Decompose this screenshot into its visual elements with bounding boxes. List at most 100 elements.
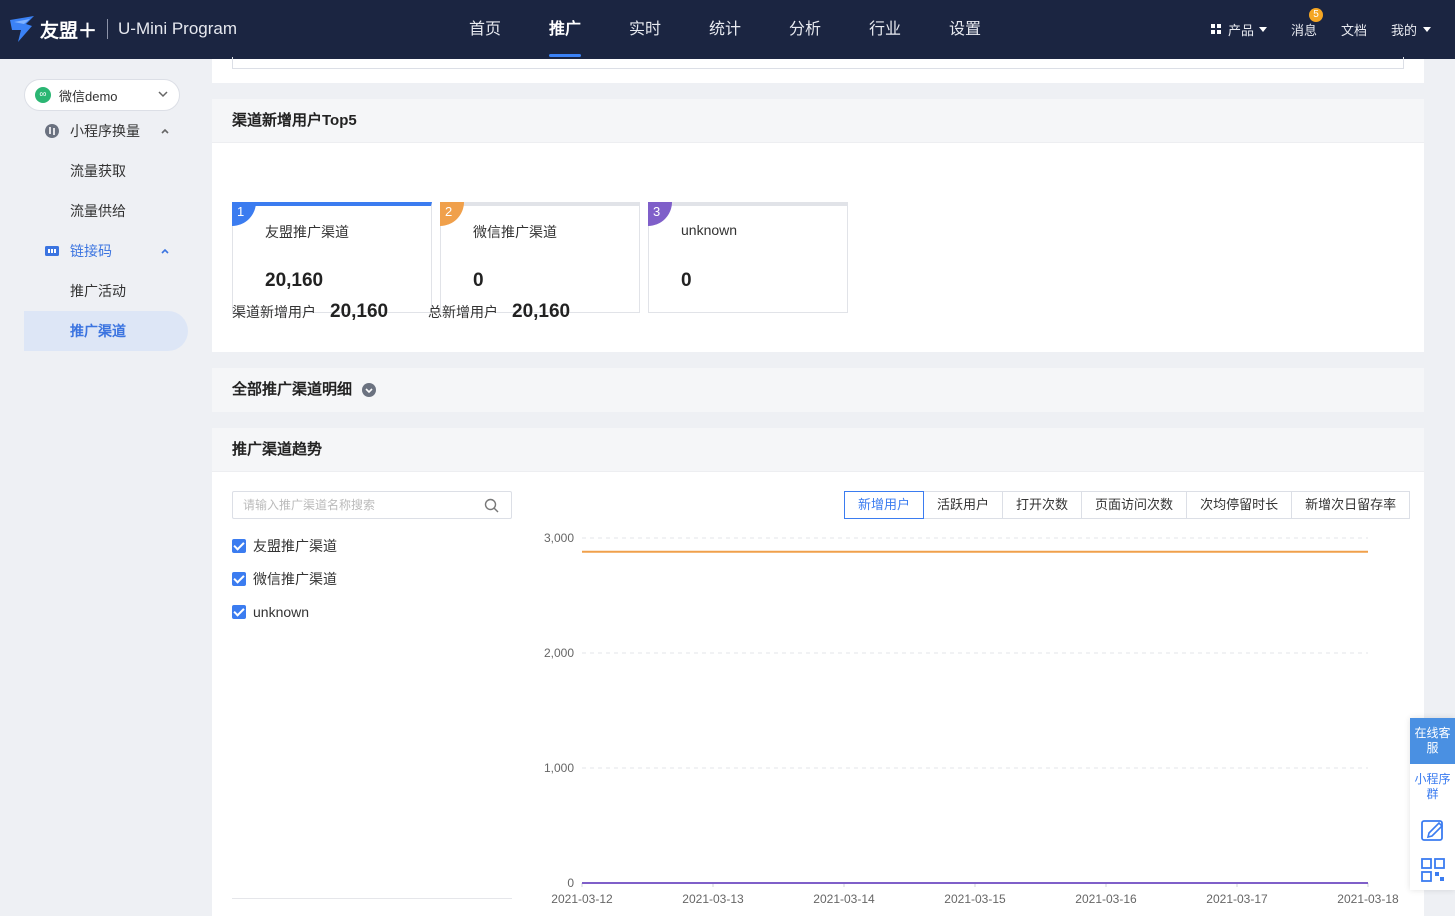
sidebar-group-traffic-exchange[interactable]: 小程序换量 bbox=[0, 113, 212, 149]
summary-value: 20,160 bbox=[330, 301, 389, 322]
group-label: 小程序群 bbox=[1414, 772, 1451, 801]
scrolled-panel-box bbox=[232, 57, 1404, 69]
tab-avg-duration[interactable]: 次均停留时长 bbox=[1186, 491, 1293, 519]
chevron-up-icon bbox=[161, 248, 169, 254]
messages-link[interactable]: 消息 5 bbox=[1290, 8, 1323, 39]
x-tick-label: 2021-03-16 bbox=[1075, 892, 1137, 906]
y-tick-label: 0 bbox=[567, 876, 574, 890]
edit-icon bbox=[1420, 820, 1443, 841]
rank-channel-value: 0 bbox=[681, 270, 692, 291]
trend-line-chart[interactable]: 0 1,000 2,000 3,000 2021-03-12 2021-03-13 2021… bbox=[532, 524, 1412, 916]
detail-panel[interactable]: 全部推广渠道明细 bbox=[212, 368, 1424, 412]
brand-divider bbox=[107, 19, 109, 39]
nav-promotion[interactable]: 推广 bbox=[525, 0, 605, 59]
sidebar-group-link-code[interactable]: 链接码 bbox=[0, 233, 212, 269]
rank-badge: 1 bbox=[232, 202, 256, 226]
rank-channel-value: 0 bbox=[473, 270, 484, 291]
rank-card[interactable]: 1 友盟推广渠道 20,160 bbox=[232, 202, 432, 313]
tab-new-users[interactable]: 新增用户 bbox=[844, 491, 925, 519]
x-tick-label: 2021-03-13 bbox=[682, 892, 744, 906]
channel-new-users-summary: 渠道新增用户 20,160 bbox=[232, 301, 388, 323]
sidebar-item-traffic-acquire[interactable]: 流量获取 bbox=[24, 151, 188, 191]
x-tick-label: 2021-03-18 bbox=[1337, 892, 1399, 906]
caret-down-icon bbox=[1423, 27, 1431, 32]
total-new-users-summary: 总新增用户 20,160 bbox=[428, 301, 570, 323]
message-count-badge: 5 bbox=[1308, 8, 1323, 22]
rank-badge: 3 bbox=[648, 202, 672, 226]
scrolled-panel-edge bbox=[212, 57, 1424, 83]
link-code-icon bbox=[45, 246, 59, 256]
products-menu[interactable]: 产品 bbox=[1210, 20, 1267, 39]
tab-active-users[interactable]: 活跃用户 bbox=[923, 491, 1004, 519]
nav-industry[interactable]: 行业 bbox=[845, 0, 925, 59]
account-label: 我的 bbox=[1390, 23, 1417, 38]
y-tick-label: 1,000 bbox=[544, 761, 574, 775]
expand-chevron-icon[interactable] bbox=[362, 383, 377, 397]
channel-checkbox-row[interactable]: 微信推广渠道 bbox=[232, 569, 337, 589]
nav-realtime[interactable]: 实时 bbox=[605, 0, 685, 59]
messages-label: 消息 bbox=[1290, 23, 1317, 38]
app-name: 微信demo bbox=[59, 88, 118, 104]
brand-product: U-Mini Program bbox=[118, 19, 238, 38]
top-nav-bar: 友盟＋ U-Mini Program 首页 推广 实时 统计 分析 行业 设置 … bbox=[0, 0, 1455, 59]
y-tick-label: 2,000 bbox=[544, 646, 574, 660]
tab-next-day-retention[interactable]: 新增次日留存率 bbox=[1291, 491, 1411, 519]
chevron-up-icon bbox=[161, 128, 169, 134]
qrcode-icon bbox=[1420, 858, 1445, 882]
main-nav: 首页 推广 实时 统计 分析 行业 设置 bbox=[445, 0, 1005, 59]
rank-card[interactable]: 3 unknown 0 bbox=[648, 202, 848, 313]
x-tick-label: 2021-03-15 bbox=[944, 892, 1006, 906]
channel-label: unknown bbox=[253, 604, 310, 620]
umeng-logo-icon bbox=[10, 16, 34, 42]
y-tick-label: 3,000 bbox=[544, 531, 574, 545]
rank-channel-name: 微信推广渠道 bbox=[473, 224, 557, 240]
mini-program-group-button[interactable]: 小程序群 bbox=[1410, 764, 1455, 810]
tab-open-count[interactable]: 打开次数 bbox=[1002, 491, 1083, 519]
grid-icon bbox=[1210, 24, 1221, 34]
top5-title: 渠道新增用户Top5 bbox=[212, 99, 1424, 143]
detail-title: 全部推广渠道明细 bbox=[232, 381, 353, 398]
tab-page-visits[interactable]: 页面访问次数 bbox=[1081, 491, 1188, 519]
online-service-button[interactable]: 在线客服 bbox=[1410, 718, 1455, 764]
brand[interactable]: 友盟＋ U-Mini Program bbox=[8, 12, 237, 46]
nav-home[interactable]: 首页 bbox=[445, 0, 525, 59]
products-label: 产品 bbox=[1227, 23, 1254, 38]
trend-panel: 推广渠道趋势 请输入推广渠道名称搜索 友盟推广渠道 微信推广渠道 unknown… bbox=[212, 428, 1424, 916]
nav-settings[interactable]: 设置 bbox=[925, 0, 1005, 59]
rank-channel-value: 20,160 bbox=[265, 270, 324, 291]
channel-checkbox-row[interactable]: unknown bbox=[232, 602, 309, 622]
docs-link[interactable]: 文档 bbox=[1341, 20, 1367, 39]
app-selector[interactable]: ∞ 微信demo bbox=[24, 79, 180, 111]
checkbox-checked[interactable] bbox=[232, 605, 246, 619]
mini-program-icon: ∞ bbox=[35, 87, 51, 103]
summary-label: 渠道新增用户 bbox=[232, 304, 316, 320]
nav-statistics[interactable]: 统计 bbox=[685, 0, 765, 59]
nav-analysis[interactable]: 分析 bbox=[765, 0, 845, 59]
rank-channel-name: 友盟推广渠道 bbox=[265, 224, 349, 240]
x-tick-label: 2021-03-14 bbox=[813, 892, 875, 906]
account-menu[interactable]: 我的 bbox=[1391, 20, 1431, 39]
channel-checkbox-row[interactable]: 友盟推广渠道 bbox=[232, 536, 337, 556]
sidebar-item-promo-activity[interactable]: 推广活动 bbox=[24, 271, 188, 311]
summary-value: 20,160 bbox=[512, 301, 571, 322]
chevron-down-icon bbox=[158, 91, 168, 98]
qrcode-button[interactable] bbox=[1410, 850, 1455, 890]
sidebar-item-traffic-supply[interactable]: 流量供给 bbox=[24, 191, 188, 231]
detail-header[interactable]: 全部推广渠道明细 bbox=[212, 368, 1424, 412]
caret-down-icon bbox=[1258, 27, 1267, 32]
checkbox-checked[interactable] bbox=[232, 539, 246, 553]
channel-label: 微信推广渠道 bbox=[253, 571, 337, 587]
sidebar: ∞ 微信demo 小程序换量 流量获取 流量供给 链接码 推广活动 推广渠道 bbox=[0, 59, 212, 916]
feedback-button[interactable] bbox=[1410, 810, 1455, 850]
search-icon[interactable] bbox=[484, 498, 499, 513]
sidebar-item-promo-channel[interactable]: 推广渠道 bbox=[24, 311, 188, 351]
trend-title: 推广渠道趋势 bbox=[212, 428, 1424, 472]
checkbox-checked[interactable] bbox=[232, 572, 246, 586]
brand-name: 友盟＋ bbox=[40, 20, 98, 42]
docs-label: 文档 bbox=[1340, 23, 1367, 38]
rank-card[interactable]: 2 微信推广渠道 0 bbox=[440, 202, 640, 313]
sidebar-group-label: 链接码 bbox=[70, 243, 112, 259]
rank-badge: 2 bbox=[440, 202, 464, 226]
online-service-label: 在线客服 bbox=[1414, 726, 1451, 755]
channel-search-input[interactable]: 请输入推广渠道名称搜索 bbox=[232, 491, 512, 519]
